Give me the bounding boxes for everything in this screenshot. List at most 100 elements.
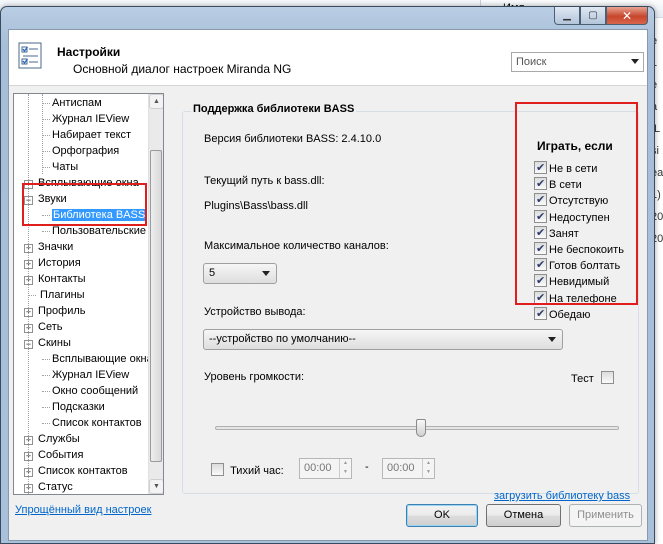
status-checkbox[interactable]: [534, 306, 547, 322]
tree-item-label: Антиспам: [52, 97, 102, 109]
tree-item[interactable]: Журнал IEView: [52, 367, 129, 383]
maximize-button[interactable]: ▢: [580, 7, 606, 25]
tree-connector: [42, 94, 43, 174]
close-button[interactable]: ✕: [606, 7, 648, 25]
tree-connector: [42, 407, 50, 408]
tree-connector: [28, 94, 29, 494]
bass-group-title: Поддержка библиотеки BASS: [191, 103, 357, 115]
time-spin-buttons[interactable]: ▲ ▼: [339, 459, 351, 478]
maximize-icon: ▢: [588, 10, 598, 21]
test-label: Тест: [571, 373, 594, 385]
tree-item[interactable]: Антиспам: [52, 95, 102, 111]
tree-item[interactable]: + Значки: [24, 239, 73, 255]
search-input[interactable]: Поиск: [511, 52, 644, 72]
quiet-to-time[interactable]: 00:00 ▲ ▼: [382, 458, 435, 479]
tree-item[interactable]: Набирает текст: [52, 127, 131, 143]
tree-item-label: Окно сообщений: [52, 385, 139, 397]
play-if-option[interactable]: Обедаю: [534, 306, 624, 323]
tree-item[interactable]: + Сеть: [24, 319, 62, 335]
volume-slider-thumb[interactable]: [416, 419, 427, 437]
tree-item[interactable]: Окно сообщений: [52, 383, 138, 399]
tree-item[interactable]: + Список контактов: [24, 463, 128, 479]
tree-item-label: Сеть: [38, 321, 63, 333]
tree-item[interactable]: Подсказки: [52, 399, 105, 415]
tree-item[interactable]: + История: [24, 255, 81, 271]
search-placeholder: Поиск: [516, 56, 547, 68]
chevron-down-icon: [262, 271, 270, 276]
channels-value: 5: [209, 267, 216, 279]
quiet-from-time[interactable]: 00:00 ▲ ▼: [299, 458, 352, 479]
tree-item-label: События: [38, 449, 84, 461]
cancel-button[interactable]: Отмена: [486, 504, 561, 527]
volume-label: Уровень громкости:: [204, 371, 305, 383]
tree-item-label: Службы: [38, 433, 80, 445]
scrollbar-thumb[interactable]: [150, 150, 162, 462]
tree-connector: [42, 151, 50, 152]
tree-item[interactable]: Журнал IEView: [52, 111, 129, 127]
minimize-button[interactable]: ▁: [554, 7, 580, 25]
bass-version-label: Версия библиотеки BASS: 2.4.10.0: [204, 133, 382, 145]
tree-item[interactable]: + Статус: [24, 479, 73, 494]
tree-item-label: Плагины: [40, 289, 85, 301]
tree-connector: [42, 359, 50, 360]
tree-item[interactable]: Всплывающие окна: [52, 351, 150, 367]
test-checkbox[interactable]: [600, 371, 614, 384]
tree-item-label: Пользовательские: [52, 225, 146, 237]
load-bass-link[interactable]: загрузить библиотеку bass: [494, 490, 630, 502]
tree-item-label: Список контактов: [52, 417, 142, 429]
tree-items: Антиспам Журнал IEView Набирает текст Орфог…: [14, 94, 150, 494]
tree-connector: [42, 119, 50, 120]
tree-item-label: Профиль: [38, 305, 86, 317]
simple-view-link[interactable]: Упрощённый вид настроек: [15, 504, 151, 516]
settings-tree[interactable]: Антиспам Журнал IEView Набирает текст Орфог…: [13, 93, 164, 495]
dialog-title: Настройки: [57, 45, 121, 59]
tree-item-label: Список контактов: [38, 465, 128, 477]
highlight-box-sounds: [22, 183, 147, 226]
chevron-down-icon: [631, 59, 639, 64]
tree-item-label: Подсказки: [52, 401, 105, 413]
tree-item[interactable]: + Профиль: [24, 303, 86, 319]
status-checkbox-label: Обедаю: [549, 308, 591, 321]
tree-item-label: Статус: [38, 481, 73, 493]
scroll-down-icon[interactable]: ▼: [149, 479, 163, 494]
tree-item-label: Значки: [38, 241, 74, 253]
quiet-hours-checkbox[interactable]: [211, 463, 224, 476]
settings-app-icon: [18, 42, 42, 69]
tree-item-label: Всплывающие окна: [52, 353, 150, 365]
ok-button[interactable]: OK: [406, 504, 478, 527]
quiet-hours-label: Тихий час:: [230, 465, 284, 477]
chevron-down-icon: [548, 337, 556, 342]
tree-item[interactable]: Орфография: [52, 143, 119, 159]
time-range-dash: -: [365, 461, 369, 473]
device-select[interactable]: --устройство по умолчанию--: [203, 329, 563, 350]
tree-item-label: История: [38, 257, 81, 269]
dialog-client: Настройки Основной диалог настроек Miran…: [8, 29, 648, 541]
tree-item[interactable]: Список контактов: [52, 415, 142, 431]
tree-item[interactable]: + События: [24, 447, 83, 463]
channels-label: Максимальное количество каналов:: [204, 240, 389, 252]
tree-connector: [42, 103, 50, 104]
bass-path-label: Текущий путь к bass.dll:: [204, 175, 325, 187]
tree-scrollbar[interactable]: ▲ ▼: [148, 94, 163, 494]
tree-connector: [42, 423, 50, 424]
scroll-up-icon[interactable]: ▲: [149, 94, 163, 109]
tree-item-label: Чаты: [52, 161, 79, 173]
tree-item[interactable]: + Контакты: [24, 271, 86, 287]
test-checkbox-row[interactable]: Тест: [571, 371, 614, 385]
quiet-hours-row[interactable]: Тихий час:: [211, 463, 284, 477]
apply-button[interactable]: Применить: [569, 504, 642, 527]
tree-item[interactable]: − Скины: [24, 335, 71, 351]
tree-connector: [42, 391, 50, 392]
settings-window: ▁ ▢ ✕ Настройки Основной диалог настроек…: [0, 6, 655, 544]
tree-item[interactable]: + Службы: [24, 431, 80, 447]
device-value: --устройство по умолчанию--: [209, 333, 356, 345]
channels-select[interactable]: 5: [203, 263, 277, 284]
dialog-subtitle: Основной диалог настроек Miranda NG: [73, 62, 292, 76]
tree-item[interactable]: Чаты: [52, 159, 78, 175]
quiet-to-value: 00:00: [387, 462, 415, 474]
close-icon: ✕: [621, 8, 633, 23]
time-spin-buttons[interactable]: ▲ ▼: [422, 459, 434, 478]
device-label: Устройство вывода:: [204, 306, 306, 318]
highlight-box-play-if: [515, 102, 638, 305]
dialog-header: Настройки Основной диалог настроек Miran…: [9, 30, 647, 86]
